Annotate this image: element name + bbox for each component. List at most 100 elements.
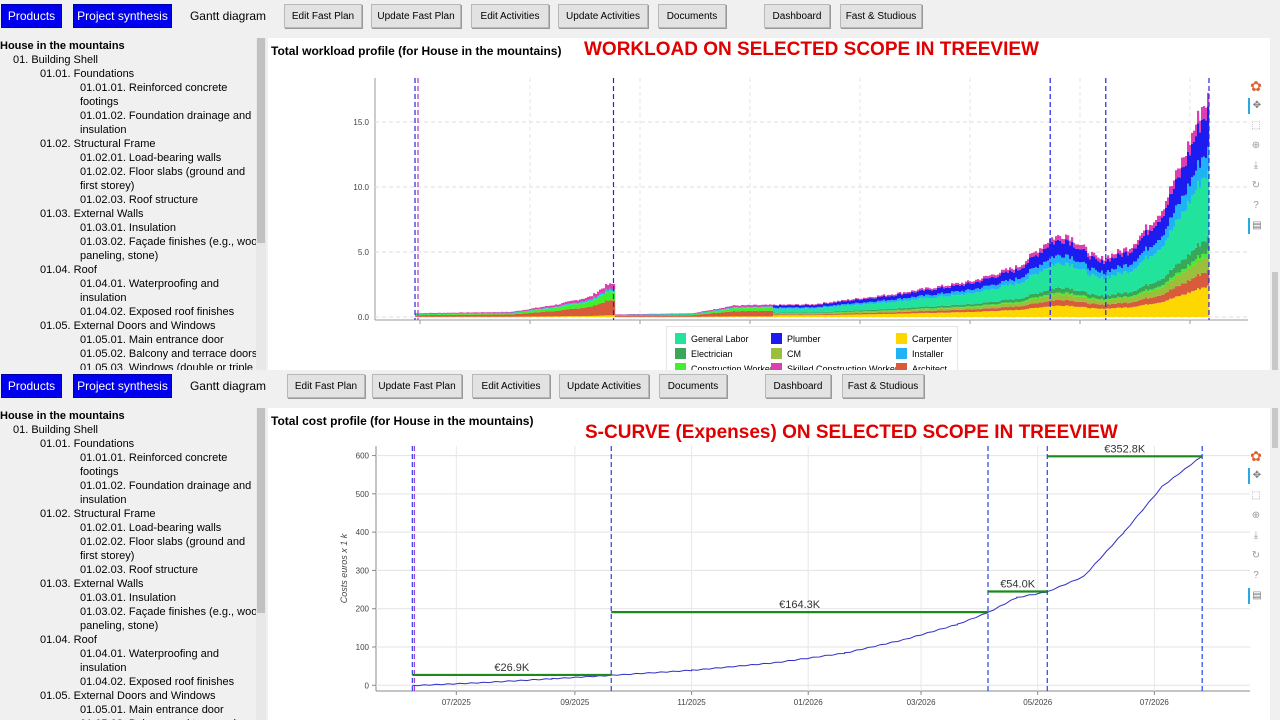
tree-item[interactable]: 01.05. External Doors and Windows xyxy=(40,689,215,703)
tree-item[interactable]: paneling, stone) xyxy=(80,619,158,633)
tree-item[interactable]: 01.03.01. Insulation xyxy=(80,591,176,605)
tree-item[interactable]: 01. Building Shell xyxy=(13,53,98,67)
edit-activities-button[interactable]: Edit Activities xyxy=(472,374,550,398)
tree-item[interactable]: 01.01.01. Reinforced concrete xyxy=(80,451,227,465)
pan-icon[interactable]: ✥ xyxy=(1248,98,1264,114)
documents-button[interactable]: Documents xyxy=(658,4,726,28)
dashboard-button[interactable]: Dashboard xyxy=(765,374,831,398)
tree-item[interactable]: 01.04.02. Exposed roof finishes xyxy=(80,305,234,319)
tree-scrollbar[interactable] xyxy=(256,38,266,370)
tree-item[interactable]: 01.02.01. Load-bearing walls xyxy=(80,521,221,535)
tree-item[interactable]: 01.05.01. Main entrance door xyxy=(80,703,224,717)
tree-item[interactable]: 01.02.03. Roof structure xyxy=(80,563,198,577)
products-button[interactable]: Products xyxy=(1,374,62,398)
tree-item[interactable]: first storey) xyxy=(80,179,134,193)
legend-item[interactable]: Skilled Construction Worker xyxy=(771,363,898,370)
tree-item[interactable]: 01.02.02. Floor slabs (ground and xyxy=(80,165,245,179)
legend-item[interactable]: General Labor xyxy=(675,333,749,344)
tree-scrollbar-thumb[interactable] xyxy=(257,408,265,613)
update-activities-button[interactable]: Update Activities xyxy=(558,4,648,28)
tree-item[interactable]: paneling, stone) xyxy=(80,249,158,263)
hover-icon[interactable]: ▤ xyxy=(1248,218,1264,234)
tree-item[interactable]: 01.02. Structural Frame xyxy=(40,507,156,521)
tree-item[interactable]: 01.03. External Walls xyxy=(40,577,144,591)
window-scrollbar-thumb[interactable] xyxy=(1272,408,1278,448)
legend-item[interactable]: Electrician xyxy=(675,348,733,359)
fast-studious-button[interactable]: Fast & Studious xyxy=(842,374,924,398)
update-activities-button[interactable]: Update Activities xyxy=(559,374,649,398)
dashboard-button[interactable]: Dashboard xyxy=(764,4,830,28)
window-scrollbar-thumb[interactable] xyxy=(1272,272,1278,370)
tree-item[interactable]: House in the mountains xyxy=(0,39,125,53)
help-icon[interactable]: ? xyxy=(1248,198,1264,214)
legend-item[interactable]: Plumber xyxy=(771,333,821,344)
tree-item[interactable]: insulation xyxy=(80,493,126,507)
tree-item[interactable]: 01.05. External Doors and Windows xyxy=(40,319,215,333)
tree-item[interactable]: 01.01. Foundations xyxy=(40,437,134,451)
tree-item[interactable]: 01.03. External Walls xyxy=(40,207,144,221)
tree-item[interactable]: 01.02. Structural Frame xyxy=(40,137,156,151)
tree-item[interactable]: first storey) xyxy=(80,549,134,563)
tree-item[interactable]: 01.04.01. Waterproofing and xyxy=(80,647,219,661)
tree-item[interactable]: 01.02.01. Load-bearing walls xyxy=(80,151,221,165)
tree-item[interactable]: footings xyxy=(80,95,119,109)
tree-item[interactable]: 01.05.02. Balcony and terrace doors xyxy=(80,347,257,361)
tree-item[interactable]: 01.03.02. Façade finishes (e.g., wood xyxy=(80,605,263,619)
cost-plot[interactable]: 0100200300400500600Costs euros x 1 k07/2… xyxy=(268,408,1270,720)
tree-item[interactable]: footings xyxy=(80,465,119,479)
tree-item[interactable]: 01.03.01. Insulation xyxy=(80,221,176,235)
tree-item[interactable]: 01.02.02. Floor slabs (ground and xyxy=(80,535,245,549)
legend-item[interactable]: Construction Worker xyxy=(675,363,773,370)
window-scrollbar[interactable] xyxy=(1270,408,1280,720)
legend-item[interactable]: CM xyxy=(771,348,801,359)
help-icon[interactable]: ? xyxy=(1248,568,1264,584)
tree-item[interactable]: 01.01.02. Foundation drainage and xyxy=(80,109,251,123)
legend-item[interactable]: Carpenter xyxy=(896,333,952,344)
update-fast-plan-button[interactable]: Update Fast Plan xyxy=(371,4,461,28)
tree-scrollbar[interactable] xyxy=(256,408,266,720)
project-synthesis-button[interactable]: Project synthesis xyxy=(73,4,172,28)
tree-item[interactable]: insulation xyxy=(80,661,126,675)
tree-item[interactable]: 01.01. Foundations xyxy=(40,67,134,81)
wheel-zoom-icon[interactable]: ⊕ xyxy=(1248,138,1264,154)
edit-fast-plan-button[interactable]: Edit Fast Plan xyxy=(287,374,365,398)
save-icon[interactable]: ⤓ xyxy=(1248,158,1264,174)
box-zoom-icon[interactable]: ⬚ xyxy=(1248,488,1264,504)
tree-item[interactable]: 01.01.01. Reinforced concrete xyxy=(80,81,227,95)
tree-item[interactable]: 01.02.03. Roof structure xyxy=(80,193,198,207)
box-zoom-icon[interactable]: ⬚ xyxy=(1248,118,1264,134)
edit-activities-button[interactable]: Edit Activities xyxy=(471,4,549,28)
pan-icon[interactable]: ✥ xyxy=(1248,468,1264,484)
tree-item[interactable]: 01.04.01. Waterproofing and xyxy=(80,277,219,291)
tree-item[interactable]: 01.01.02. Foundation drainage and xyxy=(80,479,251,493)
fast-studious-button[interactable]: Fast & Studious xyxy=(840,4,922,28)
scope-treeview[interactable]: House in the mountains 01. Building Shell… xyxy=(0,38,268,370)
tree-item[interactable]: 01. Building Shell xyxy=(13,423,98,437)
update-fast-plan-button[interactable]: Update Fast Plan xyxy=(372,374,462,398)
gantt-diagram-button[interactable]: Gantt diagram xyxy=(182,374,274,398)
tree-item[interactable]: 01.03.02. Façade finishes (e.g., wood xyxy=(80,235,263,249)
wheel-zoom-icon[interactable]: ⊕ xyxy=(1248,508,1264,524)
project-synthesis-button[interactable]: Project synthesis xyxy=(73,374,172,398)
tree-item[interactable]: insulation xyxy=(80,291,126,305)
scope-treeview[interactable]: House in the mountains 01. Building Shell… xyxy=(0,408,268,720)
tree-item[interactable]: 01.04. Roof xyxy=(40,263,97,277)
legend-item[interactable]: Architect xyxy=(896,363,947,370)
save-icon[interactable]: ⤓ xyxy=(1248,528,1264,544)
tree-item[interactable]: insulation xyxy=(80,123,126,137)
tree-item[interactable]: 01.05.03. Windows (double or triple xyxy=(80,361,253,370)
reset-icon[interactable]: ↻ xyxy=(1248,548,1264,564)
tree-scrollbar-thumb[interactable] xyxy=(257,38,265,243)
legend-item[interactable]: Installer xyxy=(896,348,944,359)
window-scrollbar[interactable] xyxy=(1270,38,1280,370)
edit-fast-plan-button[interactable]: Edit Fast Plan xyxy=(284,4,362,28)
tree-item[interactable]: 01.04. Roof xyxy=(40,633,97,647)
reset-icon[interactable]: ↻ xyxy=(1248,178,1264,194)
workload-plot[interactable]: 0.05.010.015.0 xyxy=(268,38,1270,370)
products-button[interactable]: Products xyxy=(1,4,62,28)
tree-item[interactable]: 01.04.02. Exposed roof finishes xyxy=(80,675,234,689)
tree-item[interactable]: House in the mountains xyxy=(0,409,125,423)
hover-icon[interactable]: ▤ xyxy=(1248,588,1264,604)
tree-item[interactable]: 01.05.01. Main entrance door xyxy=(80,333,224,347)
gantt-diagram-button[interactable]: Gantt diagram xyxy=(182,4,274,28)
